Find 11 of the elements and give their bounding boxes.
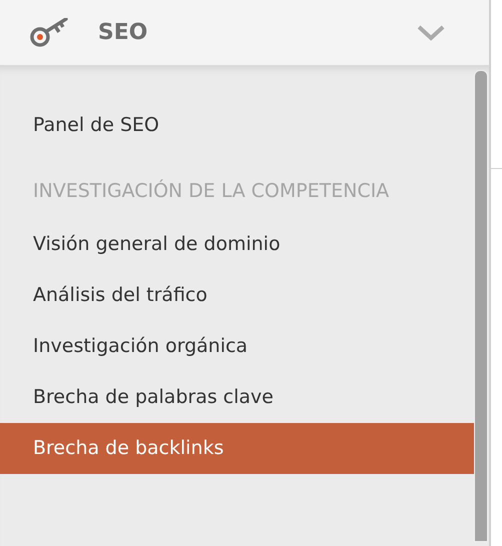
- scrollbar-thumb[interactable]: [474, 70, 488, 542]
- section-header[interactable]: SEO: [0, 0, 489, 66]
- menu-group-heading: INVESTIGACIÓN DE LA COMPETENCIA: [32, 178, 390, 204]
- menu-item[interactable]: Panel de SEO: [0, 100, 474, 151]
- menu-item[interactable]: Análisis del tráfico: [0, 270, 474, 321]
- menu-item[interactable]: Investigación orgánica: [0, 321, 474, 372]
- menu-item[interactable]: Visión general de dominio: [0, 219, 474, 270]
- chevron-down-icon[interactable]: [417, 24, 445, 42]
- menu-item[interactable]: Brecha de backlinks: [0, 423, 474, 474]
- section-title: SEO: [98, 20, 148, 45]
- menu-item[interactable]: Brecha de palabras clave: [0, 372, 474, 423]
